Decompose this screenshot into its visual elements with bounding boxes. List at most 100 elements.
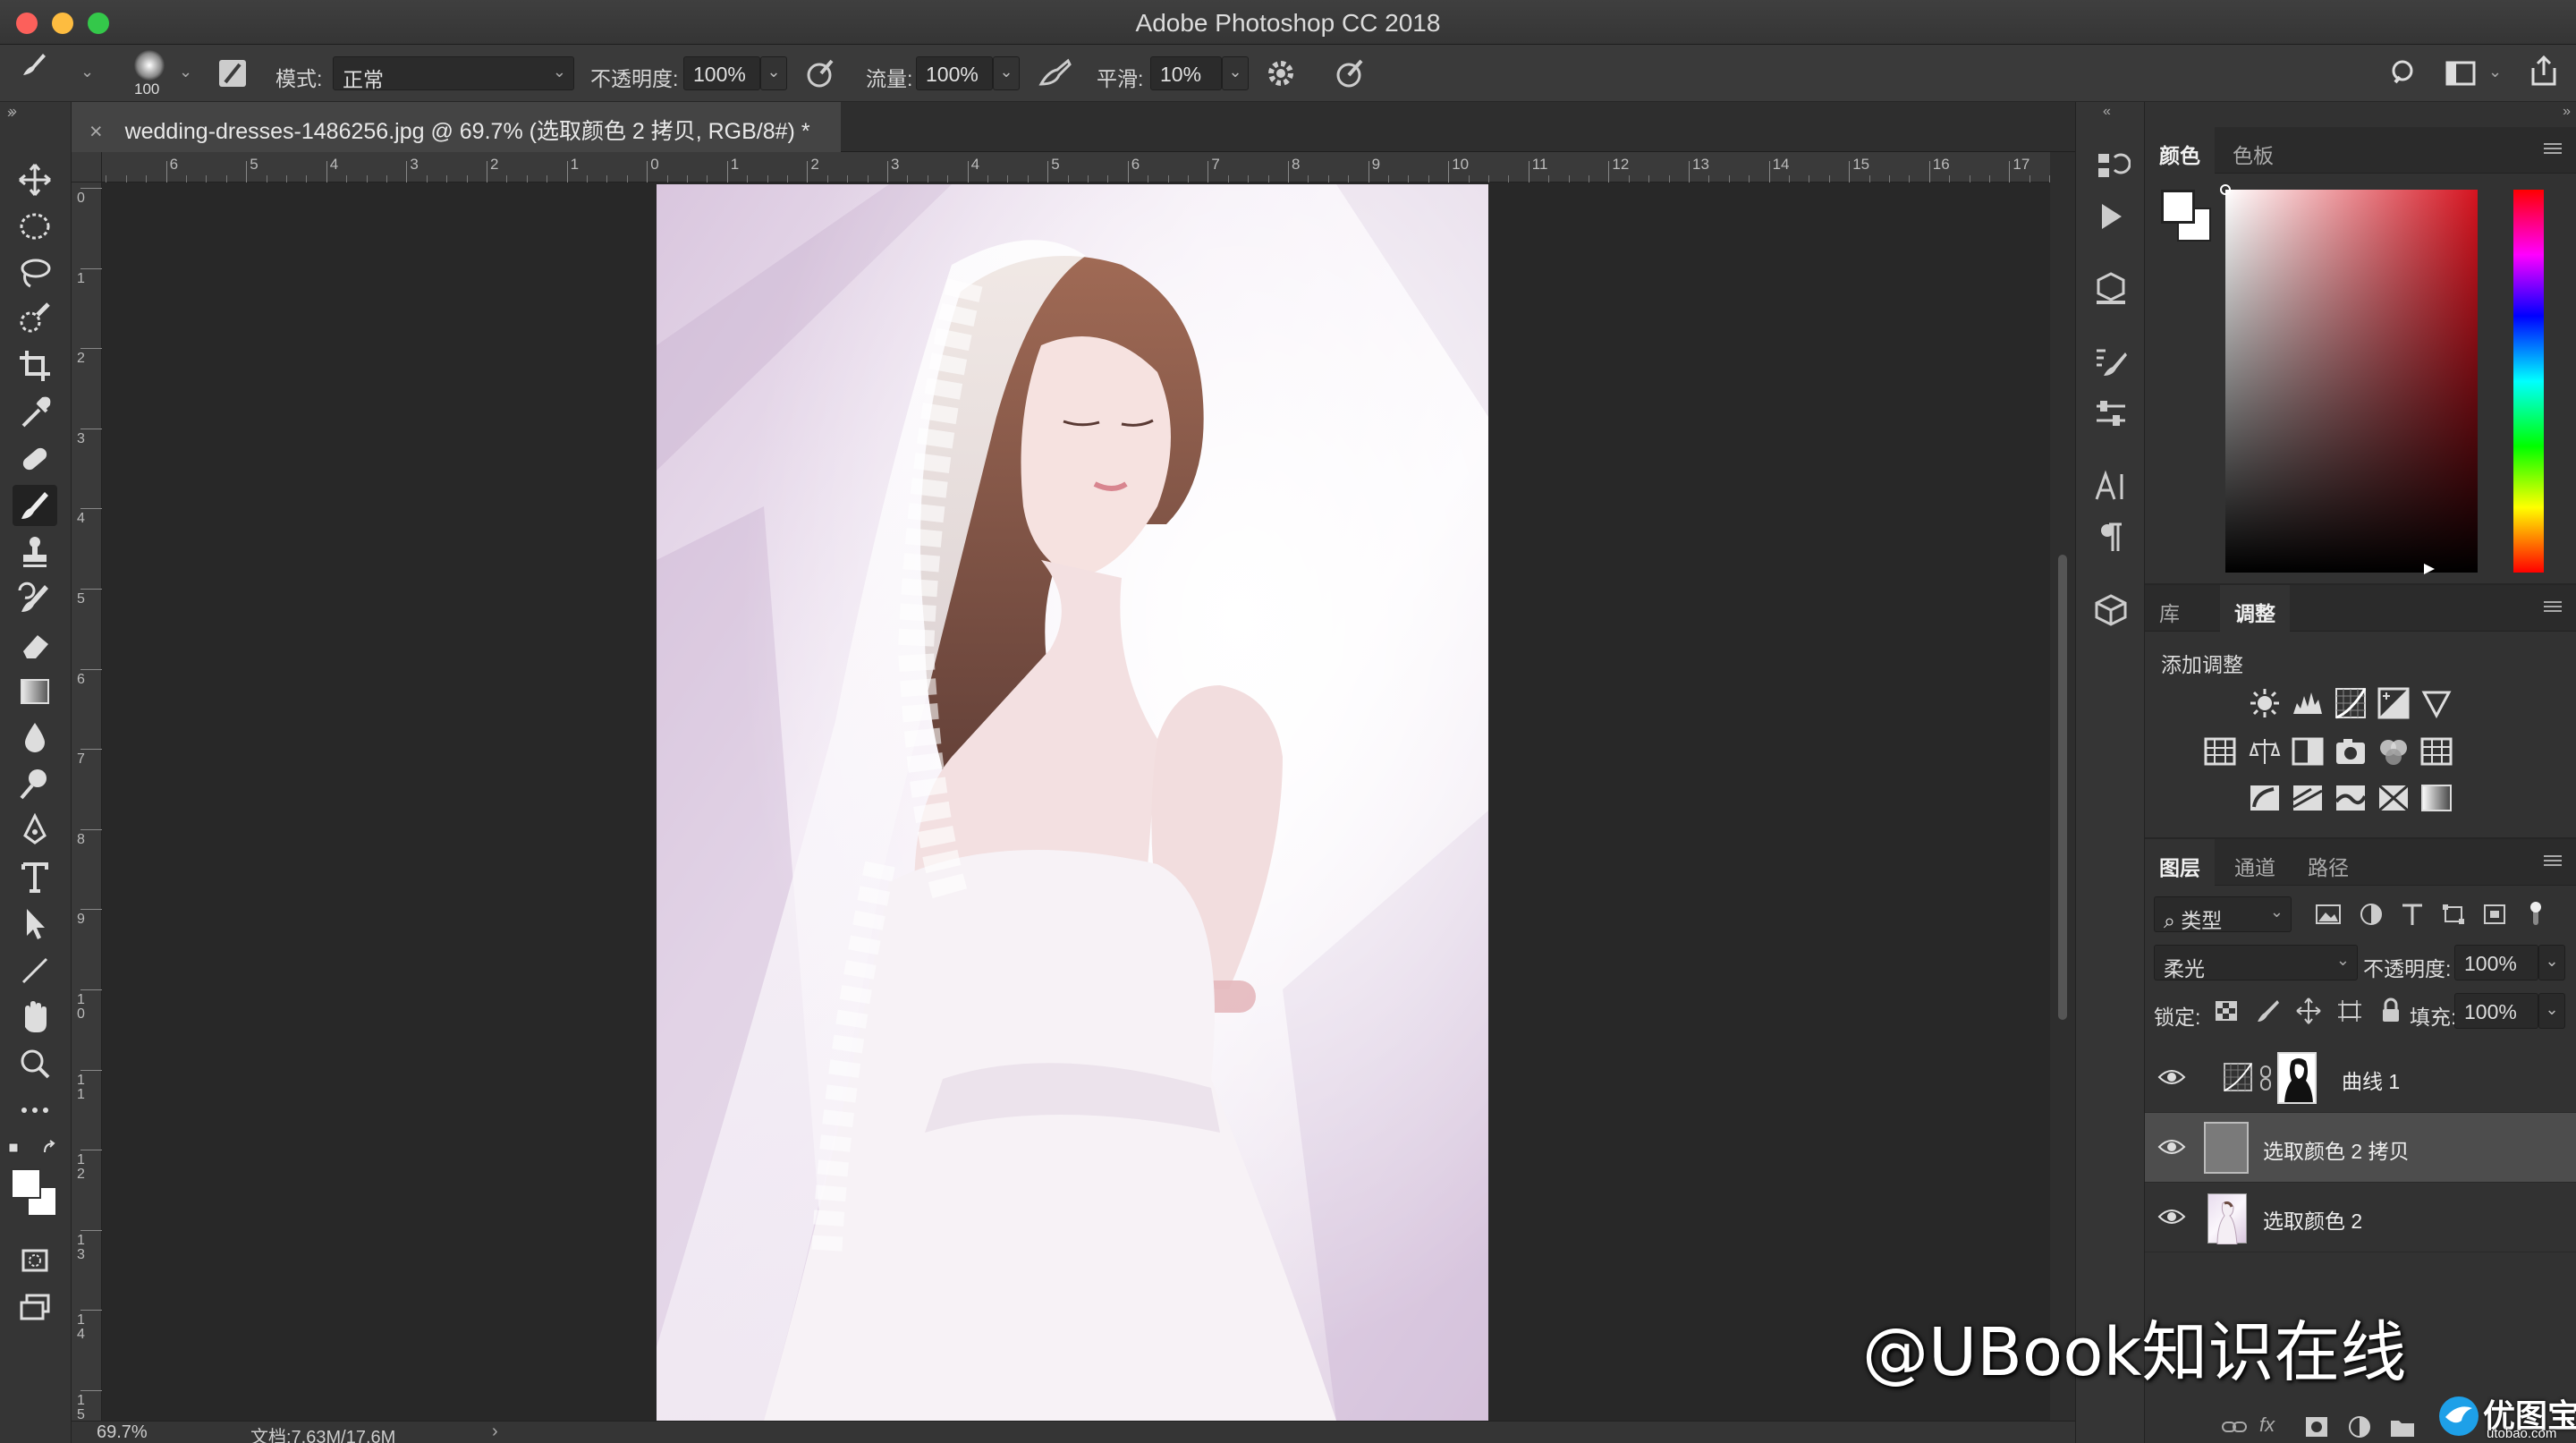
marquee-tool-icon[interactable]: [13, 206, 57, 247]
smooth-dropdown[interactable]: ⌄: [1222, 56, 1249, 90]
tab-paths[interactable]: 路径: [2293, 839, 2363, 886]
3d-panel-icon[interactable]: [2091, 590, 2131, 630]
threshold-icon[interactable]: [2333, 780, 2368, 816]
search-icon[interactable]: [2388, 57, 2420, 89]
black-white-icon[interactable]: [2290, 734, 2326, 769]
tab-color[interactable]: 颜色: [2145, 127, 2215, 174]
quick-selection-tool-icon[interactable]: [13, 299, 57, 340]
layer-row[interactable]: 曲线 1: [2145, 1043, 2576, 1113]
layer-opacity-dropdown[interactable]: ⌄: [2538, 945, 2565, 980]
history-brush-tool-icon[interactable]: [13, 578, 57, 619]
brush-presets-icon[interactable]: [2091, 342, 2131, 381]
gradient-tool-icon[interactable]: [13, 671, 57, 712]
mode-select[interactable]: 正常 ⌄: [333, 56, 574, 91]
layer-row-selected[interactable]: 选取颜色 2 拷贝: [2145, 1113, 2576, 1183]
fx-icon[interactable]: fx: [2259, 1413, 2288, 1440]
expand-panels-icon[interactable]: »: [7, 106, 15, 122]
blend-mode-select[interactable]: 柔光 ⌄: [2154, 945, 2358, 980]
opacity-dropdown[interactable]: ⌄: [760, 56, 787, 90]
path-selection-tool-icon[interactable]: [13, 904, 57, 945]
color-lookup-icon[interactable]: [2419, 734, 2454, 769]
layer-mask-thumbnail[interactable]: [2277, 1052, 2317, 1104]
vertical-scrollbar[interactable]: [2050, 152, 2075, 1421]
tab-layers[interactable]: 图层: [2145, 839, 2215, 886]
visibility-eye-icon[interactable]: [2157, 1065, 2186, 1090]
character-panel-icon[interactable]: [2091, 467, 2131, 506]
screen-mode-icon[interactable]: [13, 1286, 57, 1328]
collapse-panels-icon[interactable]: »: [2563, 104, 2571, 120]
status-menu-chevron-icon[interactable]: ›: [492, 1422, 498, 1442]
fill-dropdown[interactable]: ⌄: [2538, 993, 2565, 1029]
lock-pixels-icon[interactable]: [2252, 995, 2283, 1027]
filter-shape-icon[interactable]: [2438, 898, 2469, 930]
dodge-tool-icon[interactable]: [13, 764, 57, 805]
brightness-contrast-icon[interactable]: [2247, 685, 2283, 721]
filter-pixel-icon[interactable]: [2313, 898, 2343, 930]
brush-settings-panel-icon[interactable]: [2091, 394, 2131, 433]
fill-input[interactable]: 100%: [2454, 993, 2538, 1029]
pen-tool-icon[interactable]: [13, 811, 57, 852]
airbrush-icon[interactable]: [1038, 57, 1072, 89]
tab-channels[interactable]: 通道: [2220, 839, 2290, 886]
pressure-opacity-icon[interactable]: [803, 57, 835, 89]
pressure-size-icon[interactable]: [1333, 57, 1365, 89]
actions-play-icon[interactable]: [2091, 197, 2131, 236]
flow-dropdown[interactable]: ⌄: [993, 56, 1020, 90]
healing-brush-tool-icon[interactable]: [13, 438, 57, 480]
zoom-tool-icon[interactable]: [13, 1043, 57, 1084]
filter-smart-object-icon[interactable]: [2479, 898, 2510, 930]
lock-position-icon[interactable]: [2293, 995, 2324, 1027]
vibrance-icon[interactable]: [2419, 685, 2454, 721]
line-tool-icon[interactable]: [13, 950, 57, 991]
link-layers-icon[interactable]: [2220, 1413, 2249, 1440]
lasso-tool-icon[interactable]: [13, 252, 57, 293]
eraser-tool-icon[interactable]: [13, 624, 57, 666]
zoom-level[interactable]: 69.7%: [97, 1422, 148, 1443]
brush-tool-icon[interactable]: [18, 48, 50, 81]
visibility-eye-icon[interactable]: [2157, 1204, 2186, 1229]
eyedropper-tool-icon[interactable]: [13, 392, 57, 433]
more-tools-icon[interactable]: [13, 1090, 57, 1131]
collapse-icons-icon[interactable]: «: [2103, 104, 2111, 120]
layer-opacity-input[interactable]: 100%: [2454, 945, 2538, 980]
ruler-origin[interactable]: [72, 152, 102, 182]
photo-filter-icon[interactable]: [2333, 734, 2368, 769]
share-icon[interactable]: [2528, 54, 2560, 89]
history-panel-icon[interactable]: [2091, 147, 2131, 186]
add-mask-icon[interactable]: [2302, 1413, 2331, 1440]
flow-input[interactable]: 100%: [916, 56, 993, 90]
lock-transparent-icon[interactable]: [2211, 995, 2241, 1027]
crop-tool-icon[interactable]: [13, 345, 57, 386]
mask-link-icon[interactable]: [2259, 1065, 2272, 1091]
channel-mixer-icon[interactable]: [2376, 734, 2411, 769]
new-adjustment-icon[interactable]: [2345, 1413, 2374, 1440]
paragraph-panel-icon[interactable]: [2091, 517, 2131, 556]
levels-icon[interactable]: [2290, 685, 2326, 721]
tool-preset-chevron-icon[interactable]: ⌄: [80, 63, 94, 81]
scroll-thumb[interactable]: [2058, 555, 2067, 1020]
gear-icon[interactable]: [1265, 57, 1297, 89]
curves-icon[interactable]: [2333, 685, 2368, 721]
type-tool-icon[interactable]: [13, 857, 57, 898]
panel-menu-icon[interactable]: [2540, 138, 2565, 159]
tab-swatches[interactable]: 色板: [2218, 127, 2288, 174]
quick-mask-icon[interactable]: [13, 1240, 57, 1281]
tab-adjustments[interactable]: 调整: [2220, 585, 2290, 632]
brush-preset-chevron-icon[interactable]: ⌄: [179, 63, 192, 81]
document-tab[interactable]: × wedding-dresses-1486256.jpg @ 69.7% (选…: [72, 102, 841, 152]
panel-menu-icon[interactable]: [2540, 850, 2565, 871]
visibility-eye-icon[interactable]: [2157, 1134, 2186, 1159]
brush-tool-icon[interactable]: [13, 485, 57, 526]
move-tool-icon[interactable]: [13, 159, 57, 200]
opacity-input[interactable]: 100%: [683, 56, 760, 90]
filter-toggle-icon[interactable]: [2521, 898, 2551, 930]
blur-tool-icon[interactable]: [13, 717, 57, 759]
workspace-icon[interactable]: [2444, 57, 2479, 89]
new-group-icon[interactable]: [2388, 1413, 2417, 1440]
posterize-icon[interactable]: [2290, 780, 2326, 816]
close-tab-icon[interactable]: ×: [89, 119, 103, 144]
lock-all-icon[interactable]: [2376, 995, 2406, 1027]
filter-adjustment-icon[interactable]: [2356, 898, 2386, 930]
swap-colors-icon[interactable]: [7, 1140, 61, 1158]
layer-filter-select[interactable]: ⌕ 类型 ⌄: [2154, 896, 2292, 932]
